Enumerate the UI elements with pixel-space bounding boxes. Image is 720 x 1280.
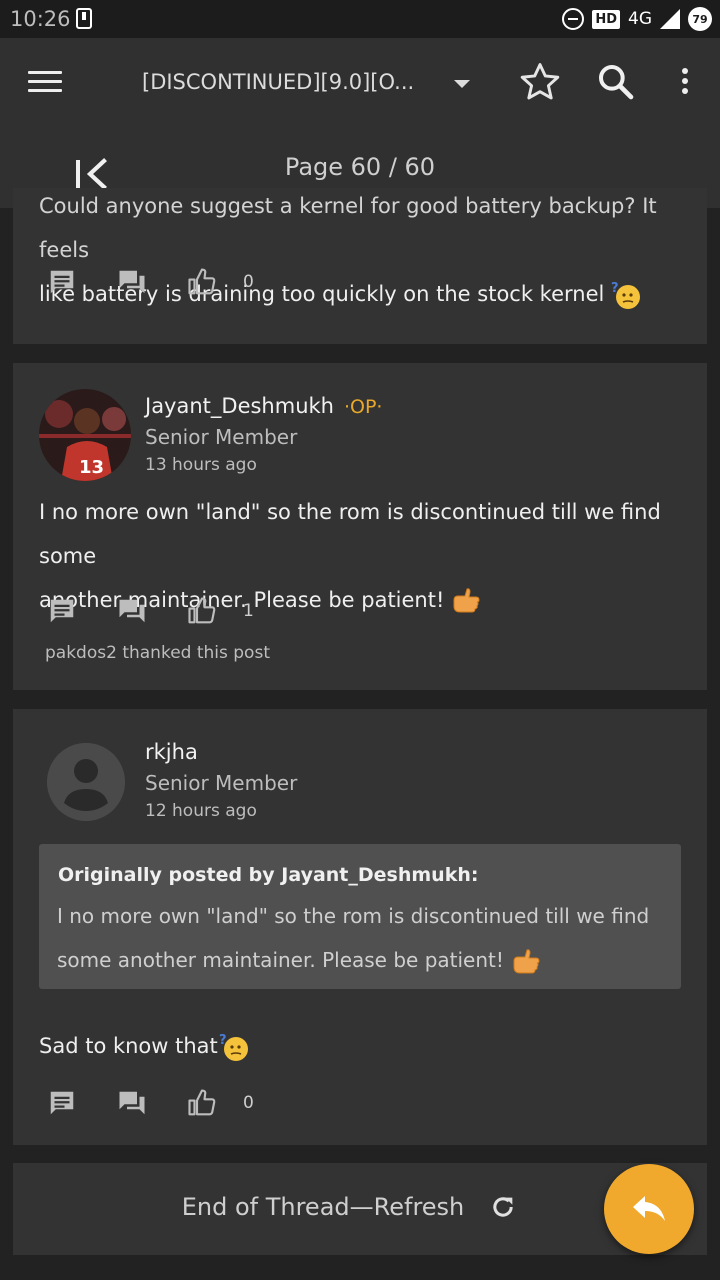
end-of-thread-label: End of Thread—Refresh xyxy=(181,1193,465,1221)
op-badge: ·OP· xyxy=(343,396,383,418)
thumbs-up-icon[interactable] xyxy=(187,596,217,626)
post-text-line: Sad to know that? xyxy=(39,1024,250,1068)
battery-icon: 79 xyxy=(688,7,712,31)
refresh-icon[interactable] xyxy=(489,1193,517,1221)
svg-text:?: ? xyxy=(611,281,619,296)
author-role: Senior Member xyxy=(145,425,298,449)
download-icon xyxy=(76,8,92,29)
quote-block: Originally posted by Jayant_Deshmukh: I … xyxy=(39,844,681,989)
post-card: rkjha Senior Member 12 hours ago Origina… xyxy=(13,709,707,1145)
pointing-hand-emoji-icon xyxy=(450,586,482,616)
quote-body: I no more own "land" so the rom is disco… xyxy=(57,894,657,982)
quote-text-line-content: some another maintainer. Please be patie… xyxy=(57,948,504,972)
avatar[interactable] xyxy=(47,743,125,821)
like-count: 0 xyxy=(243,272,254,292)
thread-title[interactable]: [DISCONTINUED][9.0][O... xyxy=(142,70,412,94)
more-options-button[interactable] xyxy=(680,68,690,98)
search-icon[interactable] xyxy=(596,62,636,102)
post-text-line-content: Sad to know that xyxy=(39,1034,218,1058)
quote-text-line: some another maintainer. Please be patie… xyxy=(57,938,657,982)
menu-button[interactable] xyxy=(28,71,62,97)
svg-text:?: ? xyxy=(219,1033,227,1048)
menu-icon-line xyxy=(28,89,62,92)
post-actions: 1 xyxy=(47,595,254,627)
post-text-line: I no more own "land" so the rom is disco… xyxy=(39,500,661,568)
status-time: 10:26 xyxy=(10,7,71,31)
post-card: 13 Jayant_Deshmukh ·OP· Senior Member 13 … xyxy=(13,363,707,690)
post-actions: 0 xyxy=(47,266,254,298)
post-time: 12 hours ago xyxy=(145,801,257,821)
post-author[interactable]: Jayant_Deshmukh ·OP· xyxy=(145,394,382,418)
status-icons: HD 4G 79 xyxy=(562,6,712,32)
star-icon[interactable] xyxy=(518,60,562,104)
more-dot xyxy=(682,88,688,94)
comment-icon[interactable] xyxy=(47,267,77,297)
quote-reply-icon[interactable] xyxy=(117,596,147,626)
page-indicator: Page 60 / 60 xyxy=(284,153,436,181)
thinking-emoji-icon: ? xyxy=(610,280,642,310)
menu-icon-line xyxy=(28,71,62,74)
thumbs-up-icon[interactable] xyxy=(187,1088,217,1118)
do-not-disturb-icon xyxy=(562,8,585,30)
post-text-line: Could anyone suggest a kernel for good b… xyxy=(39,194,657,262)
author-role: Senior Member xyxy=(145,771,298,795)
comment-icon[interactable] xyxy=(47,1088,77,1118)
network-label: 4G xyxy=(628,9,652,29)
more-dot xyxy=(682,68,688,74)
quote-header: Originally posted by Jayant_Deshmukh: xyxy=(58,864,479,886)
avatar[interactable]: 13 xyxy=(39,389,131,481)
post-card: Could anyone suggest a kernel for good b… xyxy=(13,188,707,344)
signal-icon xyxy=(660,9,680,29)
thinking-emoji-icon: ? xyxy=(218,1032,250,1062)
menu-icon-line xyxy=(28,80,62,83)
status-bar: 10:26 HD 4G 79 xyxy=(0,0,720,38)
like-count: 1 xyxy=(243,601,254,621)
pointing-hand-emoji-icon xyxy=(510,947,542,977)
post-actions: 0 xyxy=(47,1087,254,1119)
quote-reply-icon[interactable] xyxy=(117,1088,147,1118)
app-bar: [DISCONTINUED][9.0][O... Page 60 / 60 xyxy=(0,38,720,208)
more-dot xyxy=(682,78,688,84)
comment-icon[interactable] xyxy=(47,596,77,626)
post-author-name[interactable]: rkjha xyxy=(145,740,198,764)
post-time: 13 hours ago xyxy=(145,455,257,475)
like-count: 0 xyxy=(243,1093,254,1113)
end-of-thread-refresh[interactable]: End of Thread—Refresh xyxy=(13,1163,707,1255)
quote-reply-icon[interactable] xyxy=(117,267,147,297)
reply-button[interactable] xyxy=(604,1164,694,1254)
hd-icon: HD xyxy=(592,9,620,29)
post-author-name: Jayant_Deshmukh xyxy=(145,394,334,418)
post-body: Sad to know that? xyxy=(39,1024,250,1068)
svg-text:13: 13 xyxy=(79,457,104,478)
thanks-text: pakdos2 thanked this post xyxy=(45,643,270,663)
chevron-down-icon[interactable] xyxy=(454,80,470,88)
quote-text-line: I no more own "land" so the rom is disco… xyxy=(57,904,650,928)
thumbs-up-icon[interactable] xyxy=(187,267,217,297)
reply-icon xyxy=(633,1196,665,1221)
